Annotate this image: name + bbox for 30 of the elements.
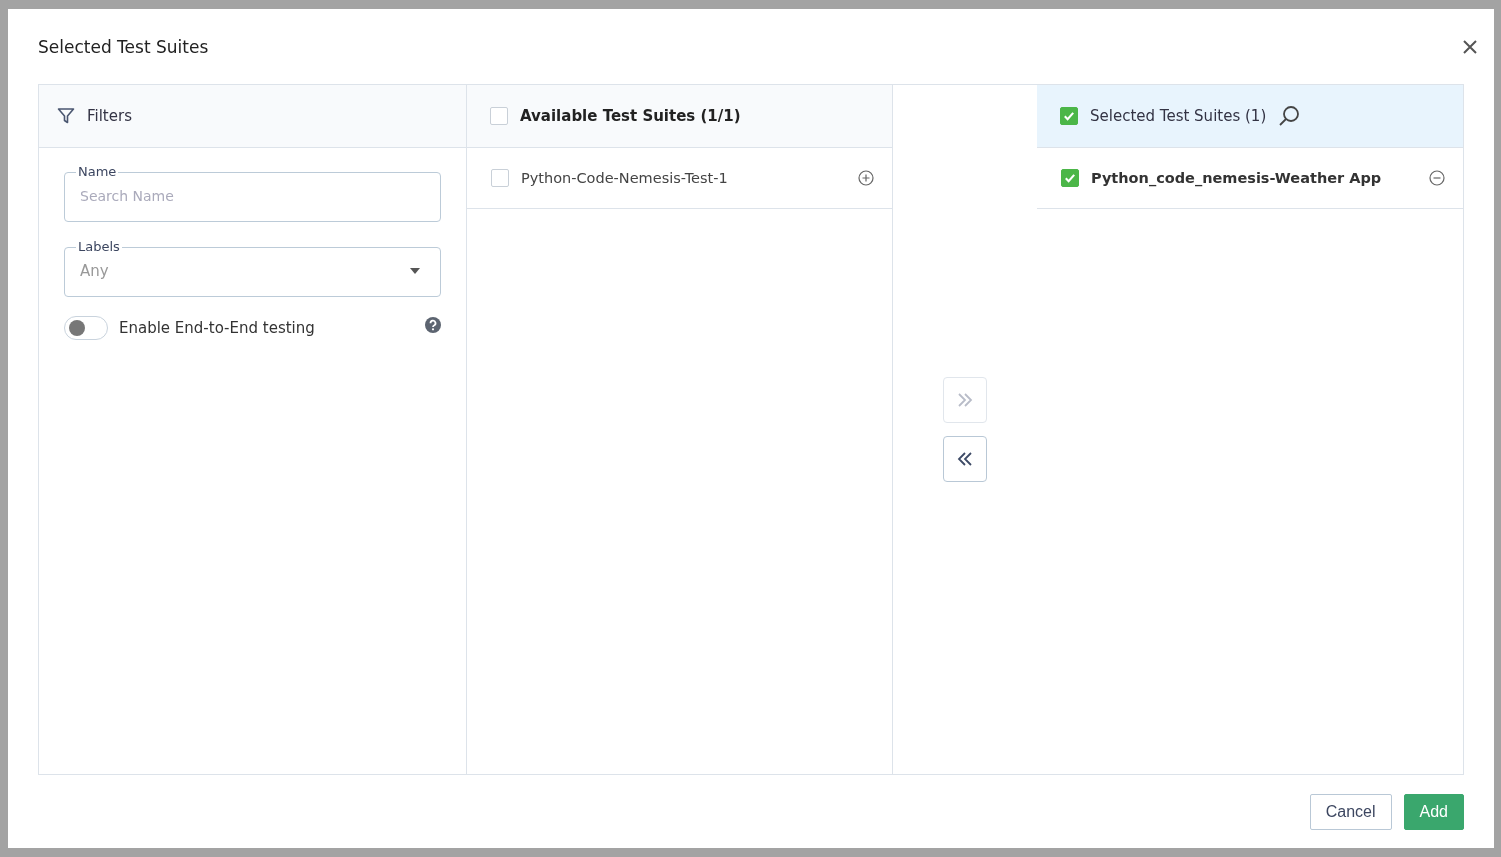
minus-circle-icon[interactable] [1429,170,1445,186]
panel-heading: Filters [87,107,132,125]
filter-icon [57,107,75,125]
field-label: Name [77,164,118,180]
checkbox[interactable] [1061,169,1079,187]
checkmark-icon [1063,171,1077,185]
caret-icon [410,268,420,274]
double-chevron-right-icon [956,392,974,408]
name-field[interactable]: Name Search Name [64,164,441,222]
checkbox[interactable] [1060,107,1078,125]
search-icon[interactable] [1278,105,1301,127]
double-chevron-left-icon [956,451,974,467]
checkmark-icon [1062,109,1076,123]
cancel-button[interactable]: Cancel [1309,793,1392,830]
panel-heading: Available Test Suites (1/1) [520,107,741,125]
help-icon[interactable] [425,317,441,333]
plus-circle-icon[interactable] [858,170,874,186]
toggle-switch[interactable] [64,316,108,340]
toggle-label: Enable End-to-End testing [119,319,316,337]
panel-heading: Selected Test Suites (1) [1090,107,1267,125]
list-item-label[interactable]: Python-Code-Nemesis-Test-1 [521,170,846,186]
list-item-label[interactable]: Python_code_nemesis-Weather App [1091,170,1417,186]
checkbox[interactable] [491,169,509,187]
field-label: Labels [77,239,121,255]
labels-dropdown[interactable]: Labels Any [64,239,441,297]
checkbox[interactable] [490,107,508,125]
transfer-button[interactable] [943,436,987,482]
dialog-title: Selected Test Suites [38,36,209,57]
dropdown-value: Any [80,262,109,280]
close-icon[interactable] [1462,38,1478,55]
